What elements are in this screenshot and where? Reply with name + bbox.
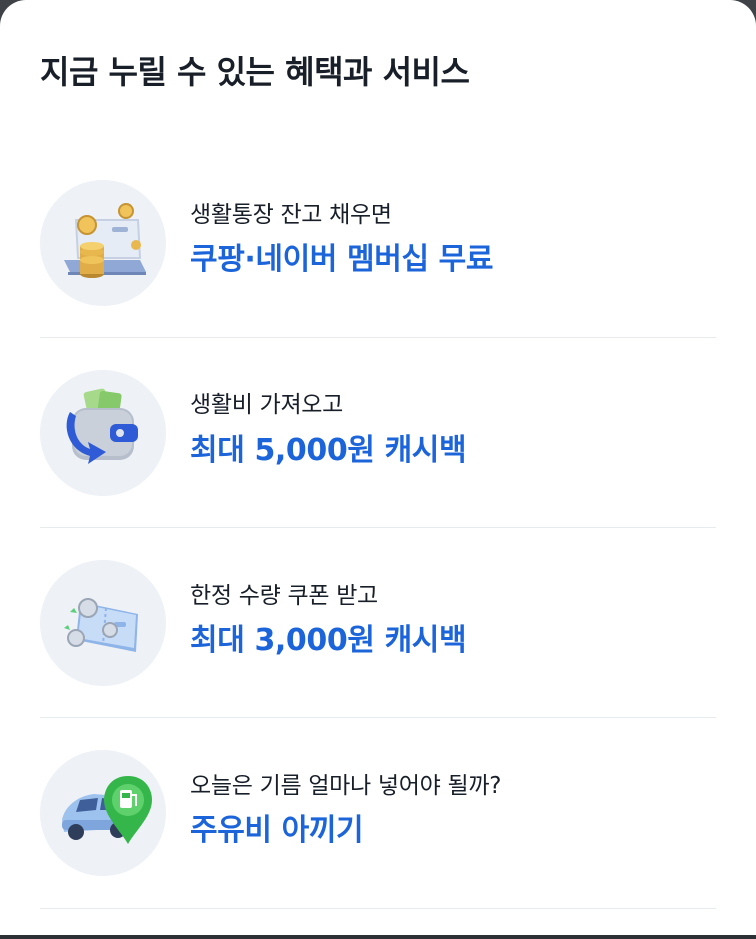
item-headline: 최대 3,000원 캐시백	[190, 623, 467, 658]
benefit-item-fuel[interactable]: 오늘은 기름 얼마나 넣어야 될까? 주유비 아끼기	[0, 0, 756, 876]
coins-on-laptop-icon	[40, 180, 166, 306]
item-headline: 주유비 아끼기	[190, 813, 364, 848]
divider	[40, 527, 716, 528]
bottom-edge	[0, 935, 756, 939]
divider	[40, 337, 716, 338]
item-headline: 최대 5,000원 캐시백	[190, 433, 467, 468]
coupon-coins-icon	[40, 560, 166, 686]
item-subtitle: 생활통장 잔고 채우면	[190, 202, 392, 228]
item-subtitle: 오늘은 기름 얼마나 넣어야 될까?	[190, 773, 502, 799]
car-gas-pin-icon	[40, 750, 166, 876]
wallet-cash-arrow-icon	[40, 370, 166, 496]
divider	[40, 717, 716, 718]
item-subtitle: 생활비 가져오고	[190, 392, 344, 418]
benefits-sheet: 지금 누릴 수 있는 혜택과 서비스 생활통장 잔고 채우면 쿠팡·네이버 멤버…	[0, 0, 756, 939]
divider	[40, 908, 716, 909]
item-subtitle: 한정 수량 쿠폰 받고	[190, 583, 378, 609]
item-headline: 쿠팡·네이버 멤버십 무료	[190, 242, 494, 277]
